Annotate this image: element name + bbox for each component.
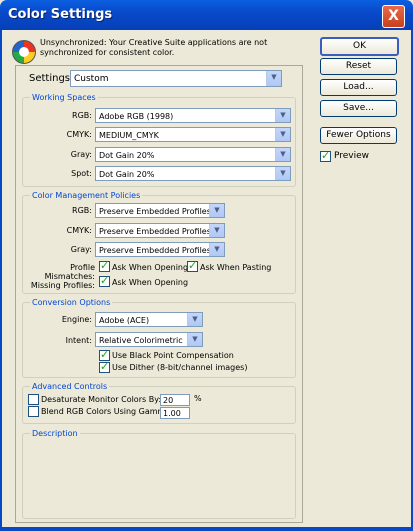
desaturate-input[interactable]: 20	[160, 394, 190, 406]
settings-select[interactable]: Custom ▼	[70, 70, 282, 87]
chevron-down-icon[interactable]: ▼	[275, 128, 290, 141]
pol-cmyk-label: CMYK:	[66, 226, 92, 235]
chevron-down-icon[interactable]: ▼	[209, 243, 224, 256]
black-point-label: Use Black Point Compensation	[112, 351, 234, 360]
engine-select[interactable]: Adobe (ACE) ▼	[95, 312, 203, 327]
ws-spot-label: Spot:	[71, 169, 92, 178]
pol-rgb-value: Preserve Embedded Profiles	[99, 207, 211, 216]
percent-unit: %	[194, 394, 202, 403]
intent-label: Intent:	[65, 336, 92, 345]
ws-gray-label: Gray:	[70, 150, 92, 159]
window-title: Color Settings	[8, 7, 113, 22]
chevron-down-icon[interactable]: ▼	[275, 167, 290, 180]
ws-cmyk-select[interactable]: MEDIUM_CMYK ▼	[95, 127, 291, 142]
ws-rgb-select[interactable]: Adobe RGB (1998) ▼	[95, 108, 291, 123]
description-group	[22, 433, 296, 519]
mismatch-label: Profile Mismatches:	[44, 263, 95, 281]
ask-when-opening-label: Ask When Opening	[112, 263, 189, 272]
dither-label: Use Dither (8-bit/channel images)	[112, 363, 248, 372]
intent-value: Relative Colorimetric	[99, 336, 183, 345]
missing-ask-when-opening-label: Ask When Opening	[112, 278, 189, 287]
settings-label: Settings:	[29, 73, 74, 84]
ws-cmyk-value: MEDIUM_CMYK	[99, 131, 159, 140]
blend-gamma-label: Blend RGB Colors Using Gamma:	[41, 407, 173, 416]
advanced-title: Advanced Controls	[30, 382, 110, 391]
missing-ask-when-opening-checkbox[interactable]	[99, 274, 110, 287]
settings-value: Custom	[74, 74, 109, 84]
pol-gray-value: Preserve Embedded Profiles	[99, 246, 211, 255]
color-wheel-icon	[12, 40, 36, 64]
chevron-down-icon[interactable]: ▼	[266, 71, 281, 86]
chevron-down-icon[interactable]: ▼	[275, 109, 290, 122]
ask-when-pasting-checkbox[interactable]	[187, 259, 198, 272]
title-bar: Color Settings X	[0, 0, 413, 30]
ws-cmyk-label: CMYK:	[66, 130, 92, 139]
description-title: Description	[30, 429, 80, 438]
advanced-group	[22, 386, 296, 424]
ws-rgb-label: RGB:	[72, 111, 92, 120]
blend-gamma-checkbox[interactable]	[28, 406, 39, 417]
load-button[interactable]: Load...	[320, 79, 397, 96]
fewer-options-button[interactable]: Fewer Options	[320, 127, 397, 144]
close-button[interactable]: X	[382, 5, 405, 28]
intent-select[interactable]: Relative Colorimetric ▼	[95, 332, 203, 347]
chevron-down-icon[interactable]: ▼	[187, 313, 202, 326]
ask-when-pasting-label: Ask When Pasting	[200, 263, 272, 272]
ws-gray-value: Dot Gain 20%	[99, 151, 155, 160]
working-spaces-title: Working Spaces	[30, 93, 98, 102]
engine-value: Adobe (ACE)	[99, 316, 150, 325]
ws-spot-select[interactable]: Dot Gain 20% ▼	[95, 166, 291, 181]
conversion-title: Conversion Options	[30, 298, 113, 307]
blend-gamma-input[interactable]: 1.00	[160, 407, 190, 419]
chevron-down-icon[interactable]: ▼	[209, 204, 224, 217]
pol-rgb-select[interactable]: Preserve Embedded Profiles ▼	[95, 203, 225, 218]
pol-cmyk-value: Preserve Embedded Profiles	[99, 227, 211, 236]
save-button[interactable]: Save...	[320, 100, 397, 117]
ws-spot-value: Dot Gain 20%	[99, 170, 155, 179]
missing-label: Missing Profiles:	[30, 281, 95, 290]
ask-when-opening-checkbox[interactable]	[99, 259, 110, 272]
desaturate-label: Desaturate Monitor Colors By:	[41, 395, 162, 404]
dither-checkbox[interactable]	[99, 360, 110, 373]
desaturate-checkbox[interactable]	[28, 394, 39, 405]
policies-title: Color Management Policies	[30, 191, 143, 200]
pol-rgb-label: RGB:	[72, 206, 92, 215]
ok-button[interactable]: OK	[320, 37, 399, 56]
sync-warning: Unsynchronized: Your Creative Suite appl…	[40, 38, 268, 57]
pol-gray-label: Gray:	[70, 245, 92, 254]
preview-checkbox[interactable]	[320, 149, 331, 162]
preview-label: Preview	[334, 151, 370, 161]
engine-label: Engine:	[61, 315, 92, 324]
pol-gray-select[interactable]: Preserve Embedded Profiles ▼	[95, 242, 225, 257]
chevron-down-icon[interactable]: ▼	[275, 148, 290, 161]
reset-button[interactable]: Reset	[320, 58, 397, 75]
ws-gray-select[interactable]: Dot Gain 20% ▼	[95, 147, 291, 162]
pol-cmyk-select[interactable]: Preserve Embedded Profiles ▼	[95, 223, 225, 238]
ws-rgb-value: Adobe RGB (1998)	[99, 112, 174, 121]
chevron-down-icon[interactable]: ▼	[209, 224, 224, 237]
chevron-down-icon[interactable]: ▼	[187, 333, 202, 346]
